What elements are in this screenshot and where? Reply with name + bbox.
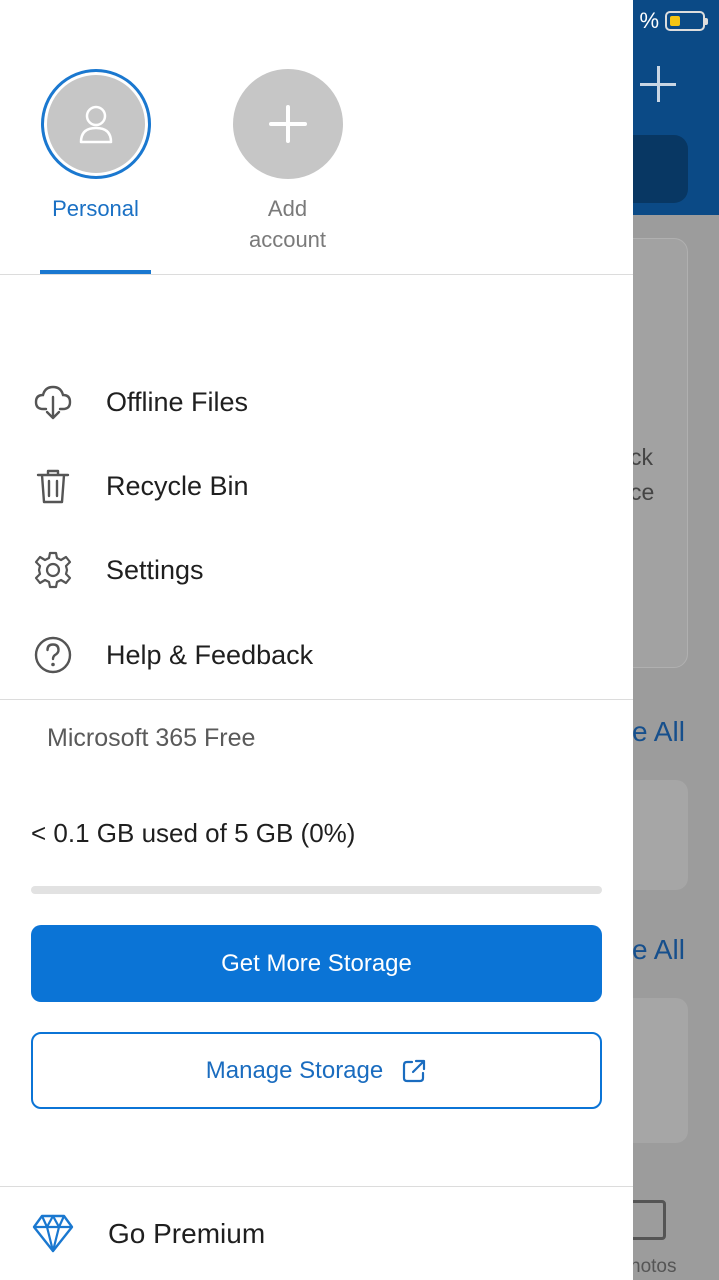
manage-storage-label: Manage Storage	[205, 1056, 384, 1084]
storage-usage-text: < 0.1 GB used of 5 GB (0%)	[31, 818, 356, 848]
add-account-label-line: account	[248, 227, 327, 252]
gear-icon	[34, 551, 72, 589]
background-card-text: ck ce	[630, 440, 654, 510]
menu-item-help-feedback[interactable]: Help & Feedback	[0, 620, 633, 690]
battery-percent: %	[639, 8, 659, 33]
plus-icon	[268, 105, 307, 143]
avatar[interactable]	[40, 69, 151, 179]
account-label: Personal	[52, 196, 139, 221]
divider	[0, 274, 633, 275]
see-all-link: e All	[632, 716, 685, 747]
menu-item-offline-files[interactable]: Offline Files	[0, 367, 633, 437]
cloud-download-icon	[34, 385, 72, 420]
see-all-link: e All	[632, 934, 685, 965]
person-icon	[79, 105, 112, 144]
external-link-icon	[403, 1059, 426, 1082]
menu-item-label: Recycle Bin	[106, 470, 249, 501]
add-icon	[640, 66, 676, 102]
plan-name: Microsoft 365 Free	[47, 724, 256, 752]
background-card-line: ce	[630, 479, 655, 505]
status-bar: %	[639, 8, 708, 34]
add-account-label: Add account	[232, 193, 343, 255]
photos-tab-label: hotos	[630, 1256, 677, 1277]
storage-progress-bar	[31, 886, 602, 894]
side-drawer: Personal Add account Offline Files Recyc…	[0, 0, 633, 1280]
divider	[0, 699, 633, 700]
trash-icon	[36, 469, 70, 504]
photos-tab-icon	[628, 1200, 666, 1240]
get-more-storage-button[interactable]: Get More Storage	[31, 925, 602, 1002]
divider	[0, 1186, 633, 1187]
go-premium-label: Go Premium	[108, 1218, 266, 1249]
background-card-line: ck	[630, 444, 653, 470]
menu-item-label: Offline Files	[106, 386, 249, 417]
help-circle-icon	[34, 636, 72, 674]
menu-item-label: Help & Feedback	[106, 639, 314, 670]
add-account-label-line: Add	[267, 196, 308, 221]
add-account-avatar[interactable]	[232, 69, 343, 179]
account-personal[interactable]: Personal	[40, 69, 151, 224]
menu-item-settings[interactable]: Settings	[0, 535, 633, 605]
add-account[interactable]: Add account	[232, 69, 343, 255]
menu-item-recycle-bin[interactable]: Recycle Bin	[0, 451, 633, 521]
diamond-icon	[32, 1214, 74, 1253]
manage-storage-button[interactable]: Manage Storage	[31, 1032, 602, 1109]
battery-icon	[665, 11, 708, 31]
menu-item-label: Settings	[106, 554, 204, 585]
